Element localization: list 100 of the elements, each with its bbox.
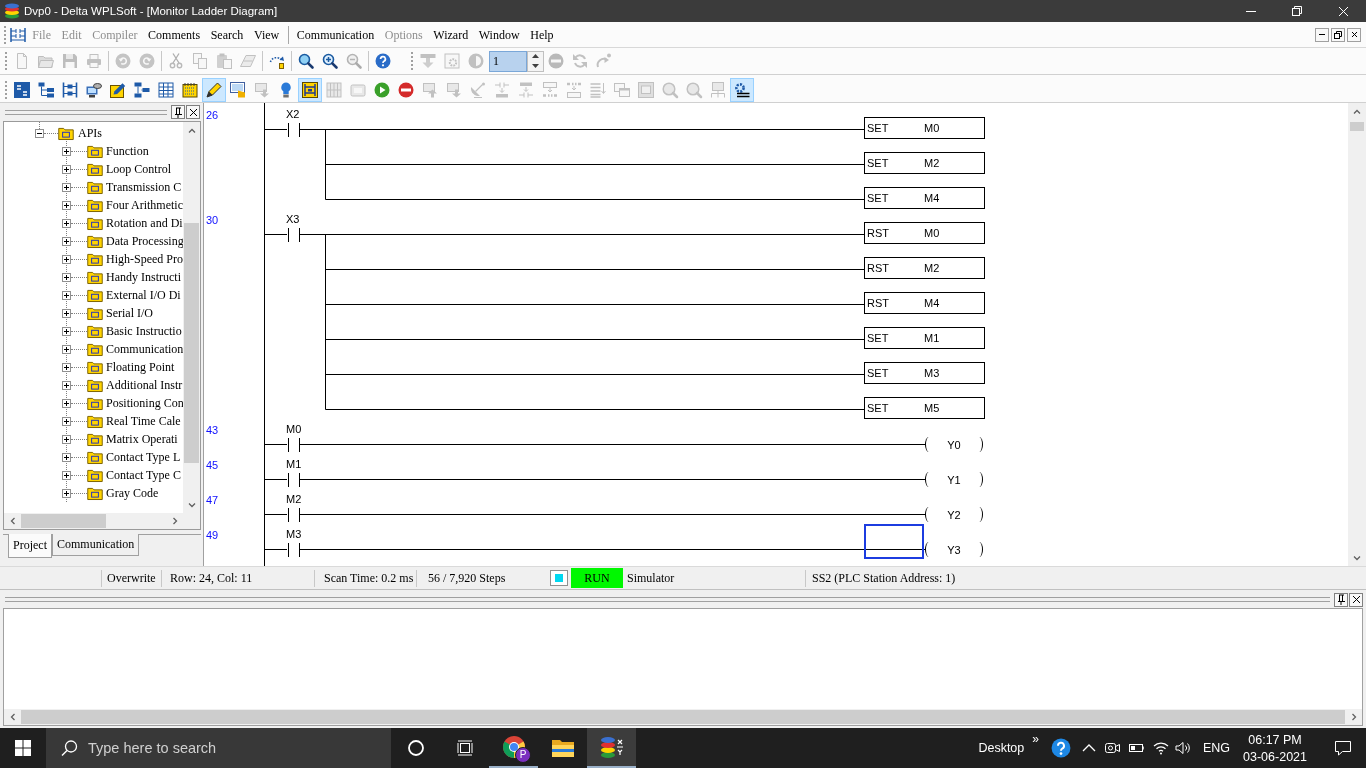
tree-icon — [38, 82, 54, 98]
instruction-name: SET — [867, 122, 889, 134]
menu-item[interactable]: Wizard — [428, 25, 474, 44]
taskbar-app-button[interactable]: P — [489, 728, 538, 768]
chevron-right-icon — [170, 517, 179, 525]
expand-toggle[interactable] — [62, 308, 71, 318]
tree-item[interactable]: Serial I/O — [103, 305, 153, 321]
contact-label: M0 — [286, 423, 302, 435]
upload-icon — [422, 82, 438, 98]
pen-icon — [206, 82, 222, 98]
pin-button[interactable] — [1334, 592, 1348, 607]
tree-item[interactable]: Positioning Con — [103, 395, 183, 411]
expand-toggle[interactable] — [62, 380, 71, 390]
expand-toggle[interactable] — [62, 272, 71, 282]
tree-item[interactable]: High-Speed Pro — [103, 251, 183, 267]
play-circle-icon — [374, 82, 390, 98]
clock-time[interactable]: 06:17 PM — [1248, 732, 1302, 747]
folder-icon — [87, 144, 103, 158]
expand-toggle[interactable] — [62, 254, 71, 264]
expand-toggle[interactable] — [62, 290, 71, 300]
toolbar-button[interactable] — [730, 78, 754, 102]
toolbar-button[interactable] — [298, 78, 322, 102]
scroll-thumb[interactable] — [21, 710, 1345, 724]
close-button[interactable] — [1349, 592, 1363, 607]
menu-item[interactable]: Window — [473, 25, 525, 44]
expand-toggle[interactable] — [62, 470, 71, 480]
tree-item[interactable]: Additional Instr — [103, 377, 183, 393]
operand: M3 — [924, 367, 940, 379]
desktop-toolbar-label[interactable]: Desktop — [978, 741, 1025, 755]
step-number: 49 — [206, 529, 219, 541]
collapse-toggle[interactable] — [35, 128, 44, 138]
menu-item[interactable]: Search — [205, 25, 249, 44]
expand-toggle[interactable] — [62, 182, 71, 192]
panel-tab[interactable]: Communication — [52, 534, 140, 556]
close-button[interactable] — [186, 105, 200, 119]
tree-item[interactable]: Four Arithmetic — [103, 197, 183, 213]
tree-item[interactable]: Rotation and Di — [103, 215, 183, 231]
expand-toggle[interactable] — [62, 218, 71, 228]
expand-toggle[interactable] — [62, 146, 71, 156]
ladder-icon — [62, 82, 78, 98]
expand-toggle[interactable] — [62, 200, 71, 210]
tree-item[interactable]: APIs — [74, 125, 102, 141]
search-field[interactable]: Type here to search — [46, 728, 391, 768]
tree-item[interactable]: Real Time Cale — [103, 413, 181, 429]
language-indicator[interactable]: ENG — [1202, 741, 1231, 755]
operand: M4 — [924, 297, 940, 309]
toolbar-button[interactable] — [202, 78, 226, 102]
expand-toggle[interactable] — [62, 164, 71, 174]
expand-toggle[interactable] — [62, 236, 71, 246]
pin-button[interactable] — [171, 105, 185, 119]
satellite-dish-icon — [470, 82, 486, 98]
operand: M5 — [924, 402, 940, 414]
expand-toggle[interactable] — [62, 434, 71, 444]
clock-date[interactable]: 03-06-2021 — [1243, 749, 1307, 764]
minimize-button[interactable] — [1315, 27, 1329, 42]
scroll-thumb[interactable] — [184, 223, 199, 463]
tree-item[interactable]: Handy Instructi — [103, 269, 181, 285]
panel-tab[interactable]: Project — [8, 534, 52, 558]
menu-item[interactable]: Help — [524, 25, 559, 44]
tree-item[interactable]: Floating Point — [103, 359, 175, 375]
close-button[interactable] — [1347, 27, 1361, 42]
folder-icon — [87, 234, 103, 248]
step-field[interactable]: 1 — [489, 50, 527, 72]
contact-icon — [287, 543, 301, 557]
scroll-thumb[interactable] — [21, 514, 106, 528]
tree-item[interactable]: Gray Code — [103, 485, 159, 501]
contact-icon — [287, 473, 301, 487]
menu-item[interactable]: Communication — [291, 25, 380, 44]
toolbar-overflow-button[interactable]: » — [1032, 732, 1039, 746]
tile-icon — [14, 82, 30, 98]
tree-item[interactable]: Loop Control — [103, 161, 171, 177]
tree-item[interactable]: Basic Instructio — [103, 323, 182, 339]
scroll-thumb[interactable] — [1350, 122, 1364, 131]
menu-item[interactable]: Comments — [142, 25, 206, 44]
spin-buttons[interactable] — [527, 50, 544, 72]
expand-toggle[interactable] — [62, 416, 71, 426]
horizontal-scrollbar[interactable] — [3, 709, 1363, 726]
volume-icon — [1174, 740, 1191, 756]
expand-toggle[interactable] — [62, 488, 71, 498]
folder-icon — [87, 414, 103, 428]
tree-item[interactable]: External I/O Di — [103, 287, 181, 303]
tree-item[interactable]: Communication — [103, 341, 183, 357]
expand-toggle[interactable] — [62, 326, 71, 336]
taskbar-app-button[interactable] — [587, 728, 636, 768]
tree-item[interactable]: Data Processing — [103, 233, 183, 249]
tree-item[interactable]: Transmission C — [103, 179, 182, 195]
copy-icon — [192, 53, 208, 69]
menu-item[interactable]: View — [248, 25, 285, 44]
expand-toggle[interactable] — [62, 344, 71, 354]
tree-item[interactable]: Matrix Operati — [103, 431, 178, 447]
expand-toggle[interactable] — [62, 362, 71, 372]
expand-toggle[interactable] — [62, 398, 71, 408]
tree-item[interactable]: Contact Type C — [103, 467, 181, 483]
tree-item[interactable]: Contact Type L — [103, 449, 181, 465]
expand-toggle[interactable] — [62, 452, 71, 462]
instruction-name: RST — [867, 227, 889, 239]
restore-button[interactable] — [1331, 27, 1345, 42]
tree-item[interactable]: Function — [103, 143, 149, 159]
minimize-icon — [1246, 10, 1256, 12]
chevron-up-icon — [1353, 107, 1361, 116]
